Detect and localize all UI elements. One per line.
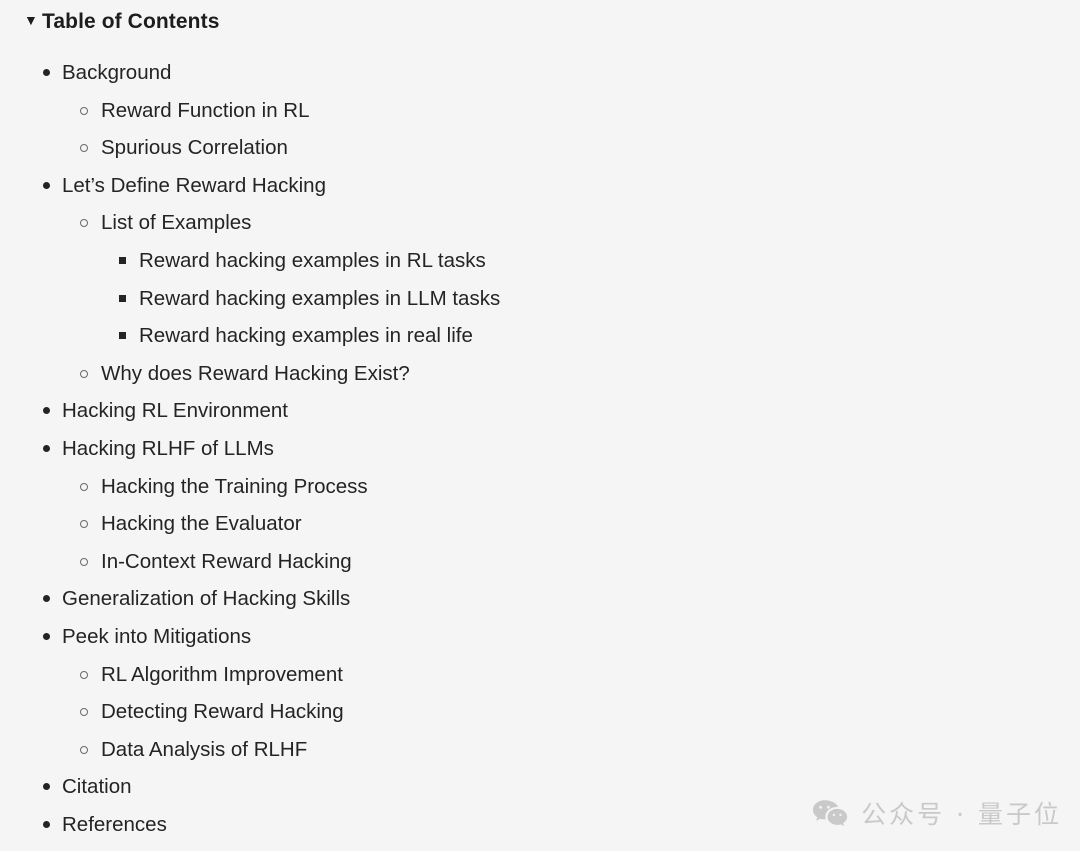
- toc-entry-level-2[interactable]: List of Examples: [0, 204, 1080, 242]
- toc-entry-level-2[interactable]: Reward Function in RL: [0, 92, 1080, 130]
- toc-entry-label[interactable]: Spurious Correlation: [101, 129, 288, 167]
- toc-entry-level-1[interactable]: Citation: [0, 768, 1080, 806]
- toc-entry-level-2[interactable]: In-Context Reward Hacking: [0, 543, 1080, 581]
- toc-entry-level-3[interactable]: Reward hacking examples in RL tasks: [0, 242, 1080, 280]
- disc-bullet-icon: [43, 580, 55, 603]
- square-bullet-icon: [119, 280, 131, 302]
- toc-entry-level-2[interactable]: Detecting Reward Hacking: [0, 693, 1080, 731]
- toc-entry-label[interactable]: Detecting Reward Hacking: [101, 693, 344, 731]
- toc-entry-label[interactable]: Generalization of Hacking Skills: [62, 580, 350, 618]
- toc-entry-label[interactable]: Let’s Define Reward Hacking: [62, 167, 326, 205]
- toc-entry-label[interactable]: Why does Reward Hacking Exist?: [101, 355, 410, 393]
- toc-entry-level-1[interactable]: Hacking RLHF of LLMs: [0, 430, 1080, 468]
- table-of-contents-panel: ▼ Table of Contents Background Reward Fun…: [0, 0, 1080, 851]
- circle-bullet-icon: [80, 543, 92, 566]
- toc-entry-label[interactable]: In-Context Reward Hacking: [101, 543, 352, 581]
- toc-entry-label[interactable]: List of Examples: [101, 204, 251, 242]
- toc-entry-level-2[interactable]: Data Analysis of RLHF: [0, 731, 1080, 769]
- toc-entry-label[interactable]: Hacking RLHF of LLMs: [62, 430, 274, 468]
- circle-bullet-icon: [80, 468, 92, 491]
- toc-entry-label[interactable]: Hacking RL Environment: [62, 392, 288, 430]
- toc-entry-label[interactable]: Hacking the Evaluator: [101, 505, 302, 543]
- toc-entry-label[interactable]: Reward hacking examples in LLM tasks: [139, 280, 500, 318]
- toc-entry-label[interactable]: Reward hacking examples in real life: [139, 317, 473, 355]
- disc-bullet-icon: [43, 806, 55, 828]
- disc-bullet-icon: [43, 768, 55, 791]
- circle-bullet-icon: [80, 92, 92, 115]
- toc-entry-label[interactable]: Reward hacking examples in RL tasks: [139, 242, 486, 280]
- circle-bullet-icon: [80, 693, 92, 717]
- toc-entry-level-1[interactable]: Generalization of Hacking Skills: [0, 580, 1080, 618]
- square-bullet-icon: [119, 317, 131, 340]
- toc-entry-label[interactable]: Background: [62, 54, 171, 92]
- disc-bullet-icon: [43, 167, 55, 189]
- disc-bullet-icon: [43, 618, 55, 640]
- toc-entry-label[interactable]: Reward Function in RL: [101, 92, 310, 130]
- toc-entry-label[interactable]: References: [62, 806, 167, 844]
- toc-entry-label[interactable]: Citation: [62, 768, 132, 806]
- toc-entry-level-1[interactable]: Peek into Mitigations: [0, 618, 1080, 656]
- toc-entry-level-3[interactable]: Reward hacking examples in LLM tasks: [0, 280, 1080, 318]
- toc-entry-level-2[interactable]: Why does Reward Hacking Exist?: [0, 355, 1080, 393]
- disc-bullet-icon: [43, 430, 55, 452]
- disc-bullet-icon: [43, 392, 55, 415]
- circle-bullet-icon: [80, 204, 92, 228]
- toc-entry-label[interactable]: RL Algorithm Improvement: [101, 656, 343, 694]
- square-bullet-icon: [119, 242, 131, 264]
- circle-bullet-icon: [80, 355, 92, 378]
- toc-entry-level-2[interactable]: Spurious Correlation: [0, 129, 1080, 167]
- toc-entry-label[interactable]: Peek into Mitigations: [62, 618, 251, 656]
- circle-bullet-icon: [80, 656, 92, 679]
- toc-entry-label[interactable]: Hacking the Training Process: [101, 468, 368, 506]
- toc-entry-level-2[interactable]: RL Algorithm Improvement: [0, 656, 1080, 694]
- toc-entry-level-1[interactable]: References: [0, 806, 1080, 844]
- toc-entry-level-1[interactable]: Background: [0, 54, 1080, 92]
- toc-entry-level-1[interactable]: Hacking RL Environment: [0, 392, 1080, 430]
- toc-entry-level-2[interactable]: Hacking the Evaluator: [0, 505, 1080, 543]
- chevron-down-icon[interactable]: ▼: [24, 13, 42, 27]
- circle-bullet-icon: [80, 731, 92, 754]
- disc-bullet-icon: [43, 54, 55, 76]
- toc-entry-level-1[interactable]: Let’s Define Reward Hacking: [0, 167, 1080, 205]
- toc-list: Background Reward Function in RL Spurious …: [0, 54, 1080, 843]
- toc-entry-level-3[interactable]: Reward hacking examples in real life: [0, 317, 1080, 355]
- toc-entry-label[interactable]: Data Analysis of RLHF: [101, 731, 307, 769]
- toc-header[interactable]: ▼ Table of Contents: [0, 6, 1080, 36]
- circle-bullet-icon: [80, 129, 92, 153]
- page-title: Table of Contents: [42, 9, 220, 33]
- circle-bullet-icon: [80, 505, 92, 529]
- toc-entry-level-2[interactable]: Hacking the Training Process: [0, 468, 1080, 506]
